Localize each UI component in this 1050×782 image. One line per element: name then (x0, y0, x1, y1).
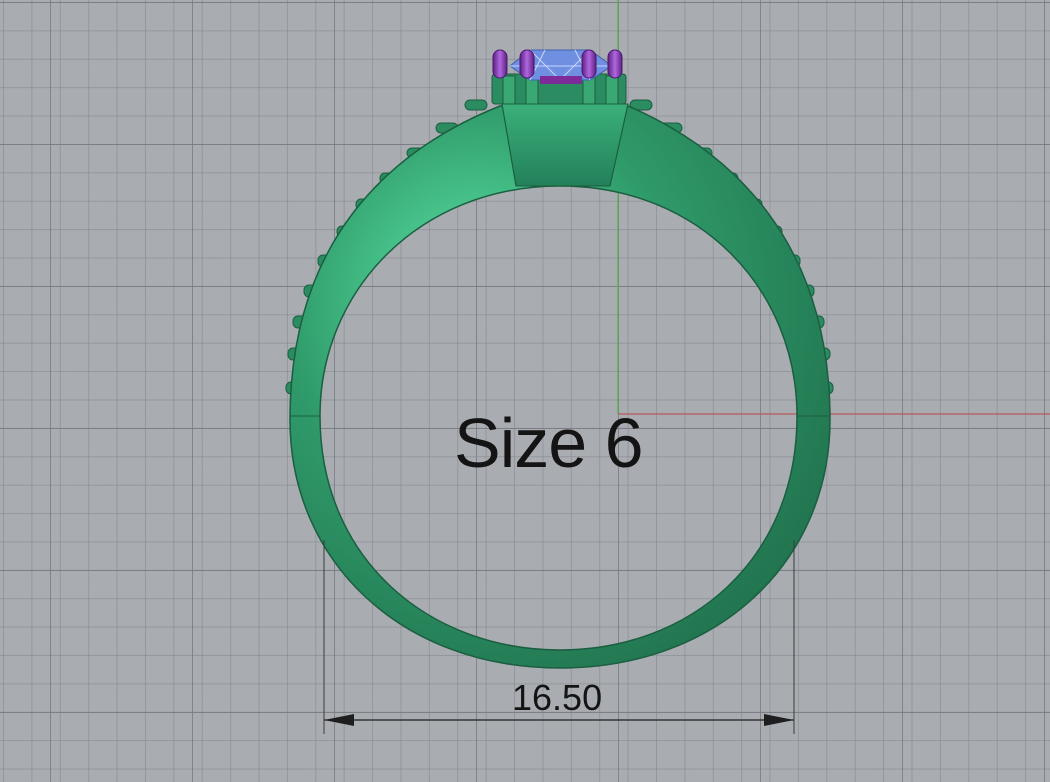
basket-post-1 (502, 75, 516, 105)
rhino-viewport[interactable]: Size 6 16.50 (0, 0, 1050, 782)
band-top-facet (501, 103, 629, 187)
viewport-scene (285, 0, 1050, 734)
ring-band[interactable] (289, 105, 831, 669)
dimension-value-label[interactable]: 16.50 (512, 680, 602, 716)
ring-size-label: Size 6 (454, 404, 644, 482)
basket-post-4 (605, 75, 619, 105)
gem-culet (540, 76, 582, 84)
